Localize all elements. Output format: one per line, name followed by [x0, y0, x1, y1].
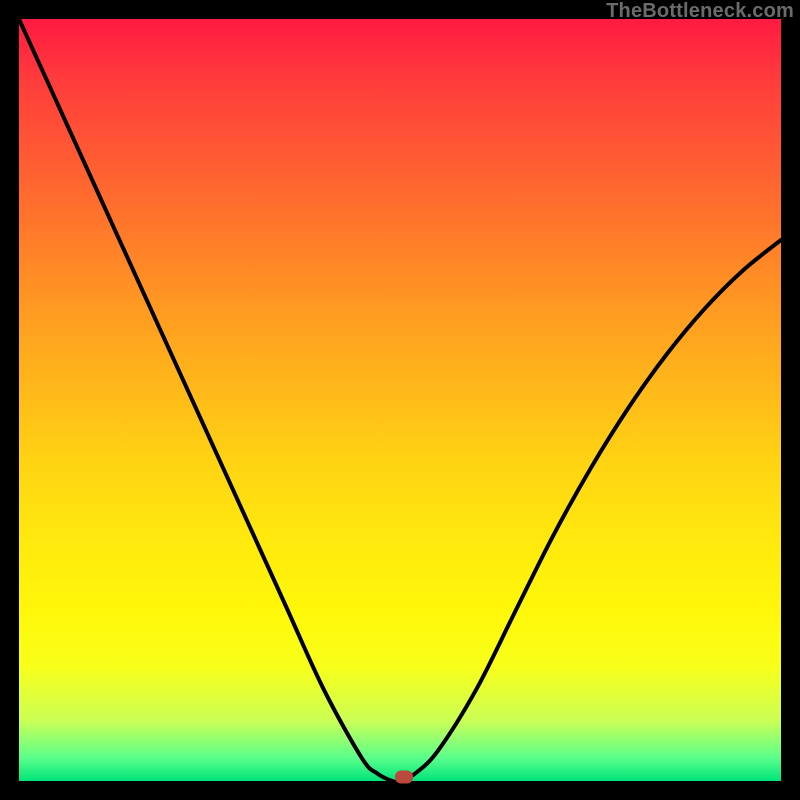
- bottleneck-curve: [19, 19, 781, 781]
- watermark-text: TheBottleneck.com: [606, 0, 794, 23]
- chart-frame: TheBottleneck.com: [0, 0, 800, 800]
- plot-area: [19, 19, 781, 781]
- optimum-marker: [395, 771, 413, 784]
